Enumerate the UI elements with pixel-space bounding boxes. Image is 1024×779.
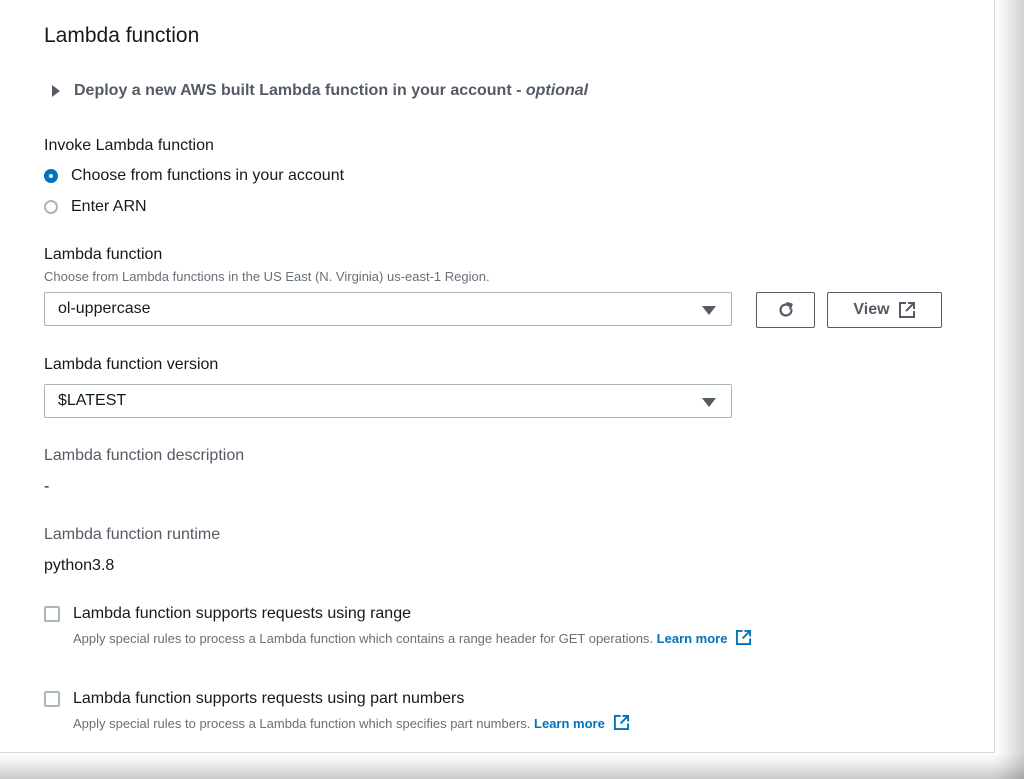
version-select[interactable]: $LATEST <box>44 384 732 418</box>
runtime-value: python3.8 <box>44 557 115 574</box>
view-button-label: View <box>853 301 890 318</box>
part-numbers-checkbox-label: Lambda function supports requests using … <box>73 690 465 707</box>
range-checkbox[interactable] <box>44 606 60 622</box>
version-label: Lambda function version <box>44 356 219 373</box>
deploy-expander-optional: optional <box>525 82 589 99</box>
function-select[interactable]: ol-uppercase <box>44 292 732 326</box>
caret-right-icon <box>52 85 60 97</box>
range-desc-text: Apply special rules to process a Lambda … <box>73 631 654 646</box>
radio-checked-icon[interactable] <box>44 169 58 183</box>
function-label: Lambda function <box>44 246 163 263</box>
part-numbers-learn-more-link[interactable]: Learn more <box>534 714 630 731</box>
runtime-label: Lambda function runtime <box>44 526 221 543</box>
version-select-value: $LATEST <box>58 392 127 409</box>
part-numbers-checkbox-desc: Apply special rules to process a Lambda … <box>73 714 630 731</box>
radio-choose-from-account[interactable]: Choose from functions in your account <box>44 167 344 185</box>
invoke-label: Invoke Lambda function <box>44 137 214 154</box>
section-title: Lambda function <box>44 24 200 47</box>
part-numbers-desc-text: Apply special rules to process a Lambda … <box>73 716 531 731</box>
view-button[interactable]: View <box>827 292 942 328</box>
external-link-icon <box>898 302 915 318</box>
range-learn-more-link[interactable]: Learn more <box>657 629 753 646</box>
radio-arn-label: Enter ARN <box>71 198 147 215</box>
range-checkbox-desc: Apply special rules to process a Lambda … <box>73 629 752 646</box>
refresh-button[interactable] <box>756 292 815 328</box>
function-description: Choose from Lambda functions in the US E… <box>44 269 490 284</box>
lambda-function-panel: Lambda function Deploy a new AWS built L… <box>0 0 995 753</box>
deploy-expander-text: Deploy a new AWS built Lambda function i… <box>74 82 526 99</box>
bottom-shadow <box>0 753 1024 779</box>
part-numbers-checkbox[interactable] <box>44 691 60 707</box>
function-select-value: ol-uppercase <box>58 300 151 317</box>
external-link-icon <box>736 629 752 646</box>
caret-down-icon <box>702 398 716 407</box>
radio-enter-arn[interactable]: Enter ARN <box>44 198 147 216</box>
radio-choose-label: Choose from functions in your account <box>71 167 345 184</box>
fn-description-value: - <box>44 478 50 495</box>
external-link-icon <box>613 714 629 731</box>
range-checkbox-label: Lambda function supports requests using … <box>73 605 411 622</box>
caret-down-icon <box>702 306 716 315</box>
refresh-icon <box>778 302 793 317</box>
radio-unchecked-icon[interactable] <box>44 200 58 214</box>
right-shadow <box>994 0 1024 779</box>
deploy-expander[interactable]: Deploy a new AWS built Lambda function i… <box>52 82 588 100</box>
fn-description-label: Lambda function description <box>44 447 245 464</box>
